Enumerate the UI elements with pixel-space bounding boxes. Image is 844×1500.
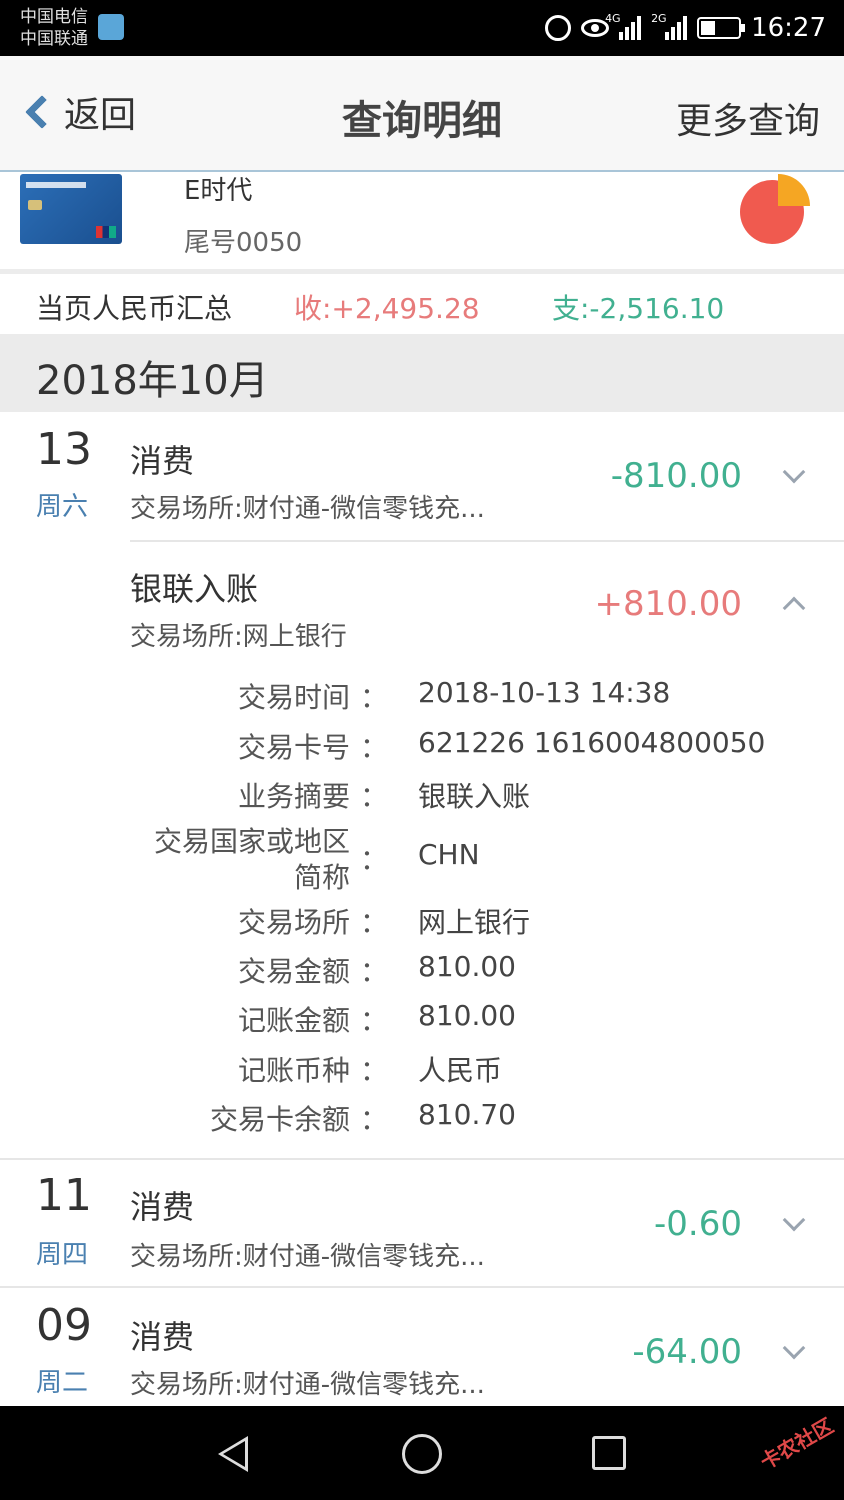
summary-expense: 支:-2,516.10 bbox=[552, 292, 725, 325]
status-time: 16:27 bbox=[751, 13, 826, 43]
detail-label: 交易金额 bbox=[237, 955, 350, 988]
signal-2g-label: 2G bbox=[651, 12, 667, 25]
chevron-down-icon[interactable] bbox=[782, 1208, 806, 1232]
chevron-down-icon[interactable] bbox=[782, 1336, 806, 1360]
nav-recents-icon[interactable] bbox=[592, 1436, 626, 1470]
summary-label: 当页人民币汇总 bbox=[36, 292, 233, 325]
detail-value: 2018-10-13 14:38 bbox=[418, 676, 671, 709]
nav-back-icon[interactable] bbox=[218, 1436, 248, 1472]
detail-label: 记账金额 bbox=[237, 1004, 350, 1037]
page-summary: 当页人民币汇总 收:+2,495.28 支:-2,516.10 bbox=[0, 280, 844, 334]
detail-colon: ： bbox=[360, 1004, 389, 1037]
notification-badge-icon bbox=[98, 14, 124, 40]
detail-label: 交易卡余额 bbox=[209, 1103, 350, 1136]
carrier-labels: 中国电信 中国联通 bbox=[20, 6, 88, 50]
carrier-2: 中国联通 bbox=[20, 29, 88, 49]
status-icons: 4G 2G 16:27 bbox=[545, 12, 826, 44]
transaction-row[interactable]: 13 周六 消费 交易场所:财付通-微信零钱充... -810.00 bbox=[0, 412, 844, 542]
detail-colon: ： bbox=[360, 1103, 389, 1136]
detail-label: 业务摘要 bbox=[237, 780, 350, 813]
txn-weekday: 周二 bbox=[36, 1368, 89, 1398]
chevron-down-icon[interactable] bbox=[782, 460, 806, 484]
txn-type: 消费 bbox=[130, 442, 195, 480]
transaction-row[interactable]: 09 周二 消费 交易场所:财付通-微信零钱充... -64.00 bbox=[0, 1288, 844, 1406]
detail-value: 810.00 bbox=[418, 950, 516, 983]
more-query-button[interactable]: 更多查询 bbox=[676, 92, 820, 144]
txn-type: 消费 bbox=[130, 1318, 195, 1356]
detail-value: CHN bbox=[418, 838, 480, 871]
detail-colon: ： bbox=[360, 780, 389, 813]
detail-label-line1: 交易国家或地区 bbox=[153, 825, 350, 858]
detail-label: 交易场所 bbox=[237, 906, 350, 939]
detail-label: 交易卡号 bbox=[237, 731, 350, 764]
detail-colon: ： bbox=[360, 906, 389, 939]
detail-value: 810.00 bbox=[418, 999, 516, 1032]
transaction-row[interactable]: 银联入账 交易场所:网上银行 +810.00 bbox=[0, 542, 844, 660]
txn-amount: -810.00 bbox=[610, 456, 742, 496]
detail-value: 网上银行 bbox=[418, 906, 531, 939]
txn-day: 13 bbox=[36, 424, 92, 475]
detail-colon: ： bbox=[360, 955, 389, 988]
nav-home-icon[interactable] bbox=[402, 1434, 442, 1474]
detail-colon: ： bbox=[360, 1054, 389, 1087]
txn-place: 交易场所:网上银行 bbox=[130, 622, 347, 652]
signal-2g-icon: 2G bbox=[651, 12, 688, 40]
battery-icon bbox=[697, 17, 746, 39]
txn-amount: +810.00 bbox=[594, 584, 742, 624]
pie-chart-icon[interactable] bbox=[738, 174, 810, 246]
detail-label-line2: 简称 bbox=[293, 861, 350, 894]
transaction-row[interactable]: 11 周四 消费 交易场所:财付通-微信零钱充... -0.60 bbox=[0, 1160, 844, 1286]
summary-income: 收:+2,495.28 bbox=[294, 292, 480, 325]
signal-4g-label: 4G bbox=[605, 12, 621, 25]
detail-value: 810.70 bbox=[418, 1098, 516, 1131]
signal-4g-icon: 4G bbox=[605, 12, 642, 40]
txn-amount: -64.00 bbox=[632, 1332, 742, 1372]
status-bar: 中国电信 中国联通 4G 2G 16:27 bbox=[0, 0, 844, 56]
month-label: 2018年10月 bbox=[36, 358, 269, 404]
header: 返回 查询明细 更多查询 bbox=[0, 56, 844, 172]
detail-label: 交易时间 bbox=[237, 681, 350, 714]
txn-day: 09 bbox=[36, 1300, 92, 1351]
txn-type: 银联入账 bbox=[130, 570, 259, 608]
watermark-logo: 卡农社区 bbox=[756, 1413, 838, 1475]
detail-value: 621226 1616004800050 bbox=[418, 726, 766, 759]
system-nav-bar: 卡农社区 bbox=[0, 1406, 844, 1500]
txn-place: 交易场所:财付通-微信零钱充... bbox=[130, 494, 485, 524]
txn-day: 11 bbox=[36, 1170, 92, 1221]
detail-colon: ： bbox=[360, 731, 389, 764]
card-name: E时代 bbox=[184, 176, 253, 206]
detail-colon: ： bbox=[360, 843, 389, 876]
month-header: 2018年10月 bbox=[0, 334, 844, 412]
txn-weekday: 周四 bbox=[36, 1240, 89, 1270]
carrier-1: 中国电信 bbox=[20, 7, 88, 27]
alarm-icon bbox=[545, 15, 572, 41]
txn-place: 交易场所:财付通-微信零钱充... bbox=[130, 1242, 485, 1272]
detail-value: 人民币 bbox=[418, 1054, 503, 1087]
bank-card-image bbox=[20, 174, 122, 244]
detail-value: 银联入账 bbox=[418, 780, 531, 813]
card-info: E时代 尾号0050 bbox=[0, 174, 844, 274]
detail-colon: ： bbox=[360, 681, 389, 714]
txn-amount: -0.60 bbox=[654, 1204, 742, 1244]
chevron-up-icon[interactable] bbox=[782, 596, 806, 620]
card-tail-number: 尾号0050 bbox=[184, 228, 303, 258]
txn-weekday: 周六 bbox=[36, 492, 89, 522]
detail-label: 记账币种 bbox=[237, 1054, 350, 1087]
txn-place: 交易场所:财付通-微信零钱充... bbox=[130, 1370, 485, 1400]
txn-type: 消费 bbox=[130, 1188, 195, 1226]
